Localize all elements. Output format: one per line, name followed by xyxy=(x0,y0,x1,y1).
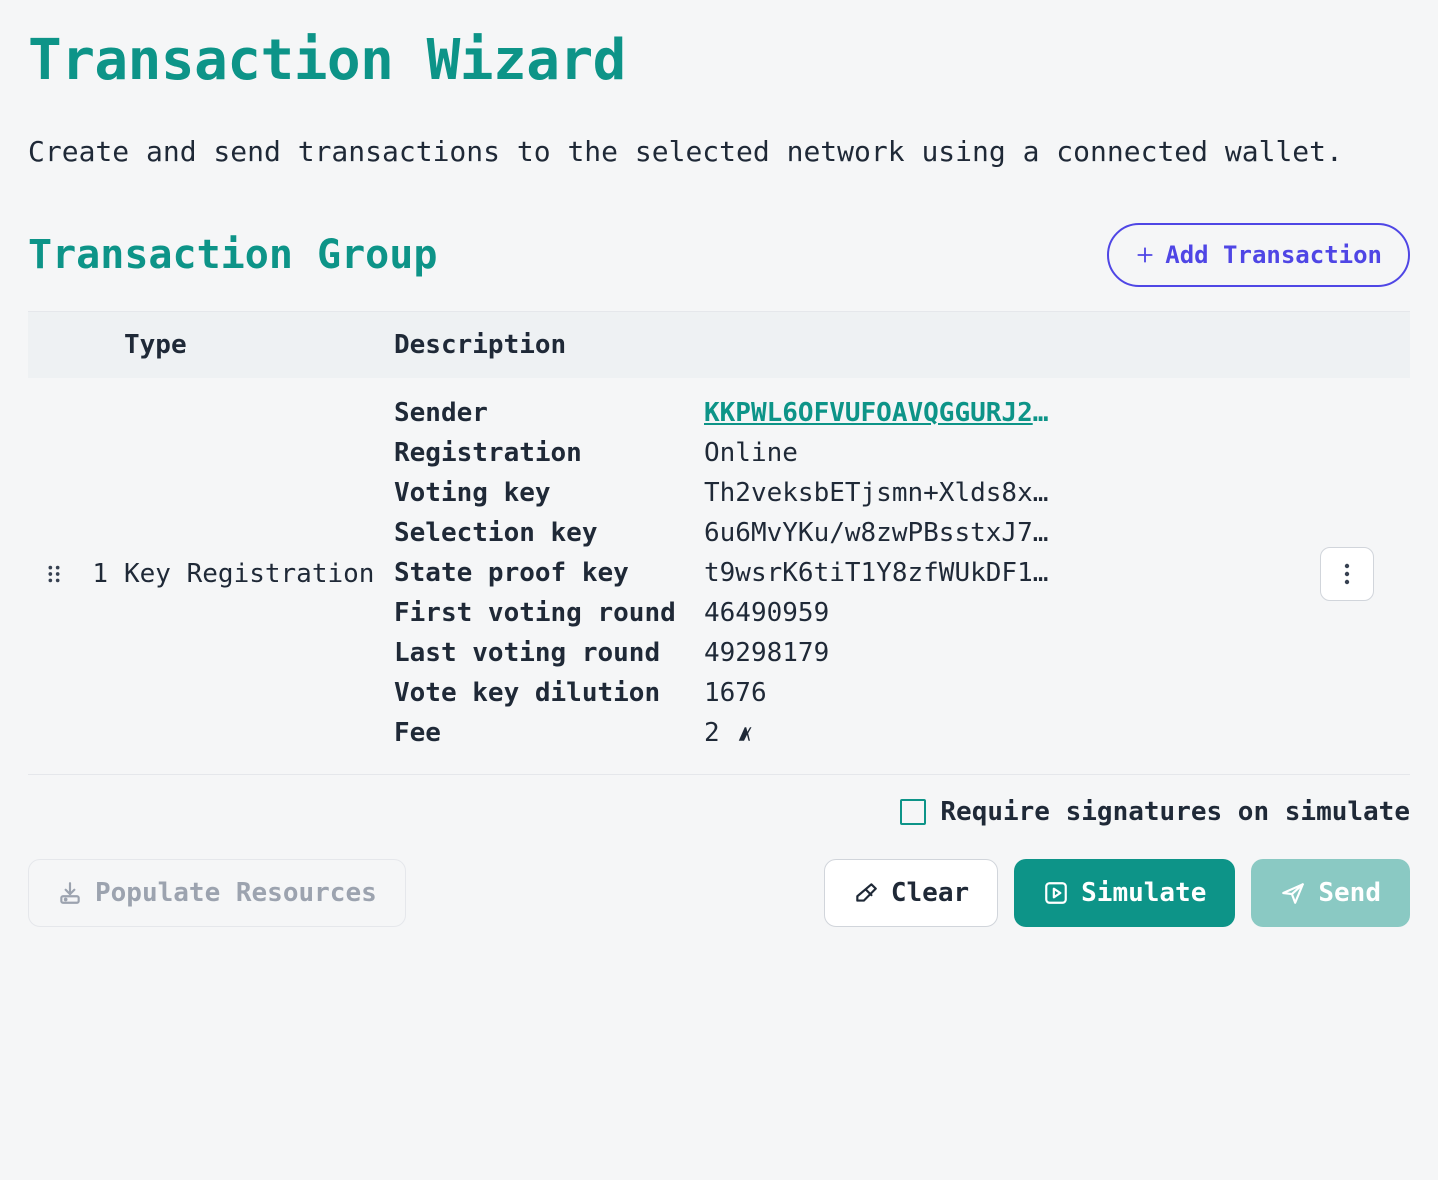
eraser-icon xyxy=(853,880,879,906)
column-header-description: Description xyxy=(394,330,1320,360)
populate-resources-button[interactable]: Populate Resources xyxy=(28,859,406,927)
voting-key-value: Th2veksbETjsmn+Xlds8xGfm… xyxy=(704,478,1054,508)
add-transaction-label: Add Transaction xyxy=(1165,241,1382,269)
table-row: 1 Key Registration Sender KKPWL6OFVUFOAV… xyxy=(28,378,1410,774)
require-signatures-label: Require signatures on simulate xyxy=(940,797,1410,827)
voting-key-label: Voting key xyxy=(394,478,694,508)
require-signatures-checkbox[interactable]: Require signatures on simulate xyxy=(900,797,1410,827)
algo-currency-icon xyxy=(735,720,753,750)
page-subtitle: Create and send transactions to the sele… xyxy=(28,129,1410,175)
selection-key-label: Selection key xyxy=(394,518,694,548)
simulate-options-row: Require signatures on simulate xyxy=(28,797,1410,827)
play-icon xyxy=(1043,880,1069,906)
table-head: Type Description xyxy=(28,312,1410,378)
send-label: Send xyxy=(1318,878,1381,908)
footer-actions: Populate Resources Clear Simulate Send xyxy=(28,859,1410,927)
page-title: Transaction Wizard xyxy=(28,28,1410,93)
clear-button[interactable]: Clear xyxy=(824,859,998,927)
first-voting-round-value: 46490959 xyxy=(704,598,1054,628)
simulate-button[interactable]: Simulate xyxy=(1014,859,1235,927)
plus-icon xyxy=(1135,245,1155,265)
section-header: Transaction Group Add Transaction xyxy=(28,223,1410,287)
first-voting-round-label: First voting round xyxy=(394,598,694,628)
state-proof-key-value: t9wsrK6tiT1Y8zfWUkDF1V+L… xyxy=(704,558,1054,588)
simulate-label: Simulate xyxy=(1081,878,1206,908)
more-vertical-icon xyxy=(1344,563,1350,585)
populate-resources-label: Populate Resources xyxy=(95,878,377,908)
vote-key-dilution-value: 1676 xyxy=(704,678,1054,708)
last-voting-round-value: 49298179 xyxy=(704,638,1054,668)
row-description: Sender KKPWL6OFVUFOAVQGGURJ2EGN… Registr… xyxy=(394,398,1054,750)
sender-value-link[interactable]: KKPWL6OFVUFOAVQGGURJ2EGN… xyxy=(704,398,1054,428)
sender-label: Sender xyxy=(394,398,694,428)
registration-label: Registration xyxy=(394,438,694,468)
send-button[interactable]: Send xyxy=(1251,859,1410,927)
selection-key-value: 6u6MvYKu/w8zwPBsstxJ7fkU… xyxy=(704,518,1054,548)
column-header-type: Type xyxy=(124,330,394,360)
send-icon xyxy=(1280,880,1306,906)
state-proof-key-label: State proof key xyxy=(394,558,694,588)
checkbox-box-icon xyxy=(900,799,926,825)
fee-label: Fee xyxy=(394,718,694,750)
last-voting-round-label: Last voting round xyxy=(394,638,694,668)
clear-label: Clear xyxy=(891,878,969,908)
add-transaction-button[interactable]: Add Transaction xyxy=(1107,223,1410,287)
fee-value: 2 xyxy=(704,718,1054,750)
row-index: 1 xyxy=(80,559,124,589)
section-title: Transaction Group xyxy=(28,232,437,278)
vote-key-dilution-label: Vote key dilution xyxy=(394,678,694,708)
drag-handle-icon[interactable] xyxy=(28,563,80,585)
row-type: Key Registration xyxy=(124,559,394,589)
download-icon xyxy=(57,880,83,906)
fee-amount: 2 xyxy=(704,718,720,748)
registration-value: Online xyxy=(704,438,1054,468)
transaction-table: Type Description 1 Key Registration Send… xyxy=(28,311,1410,775)
row-actions-button[interactable] xyxy=(1320,547,1374,601)
